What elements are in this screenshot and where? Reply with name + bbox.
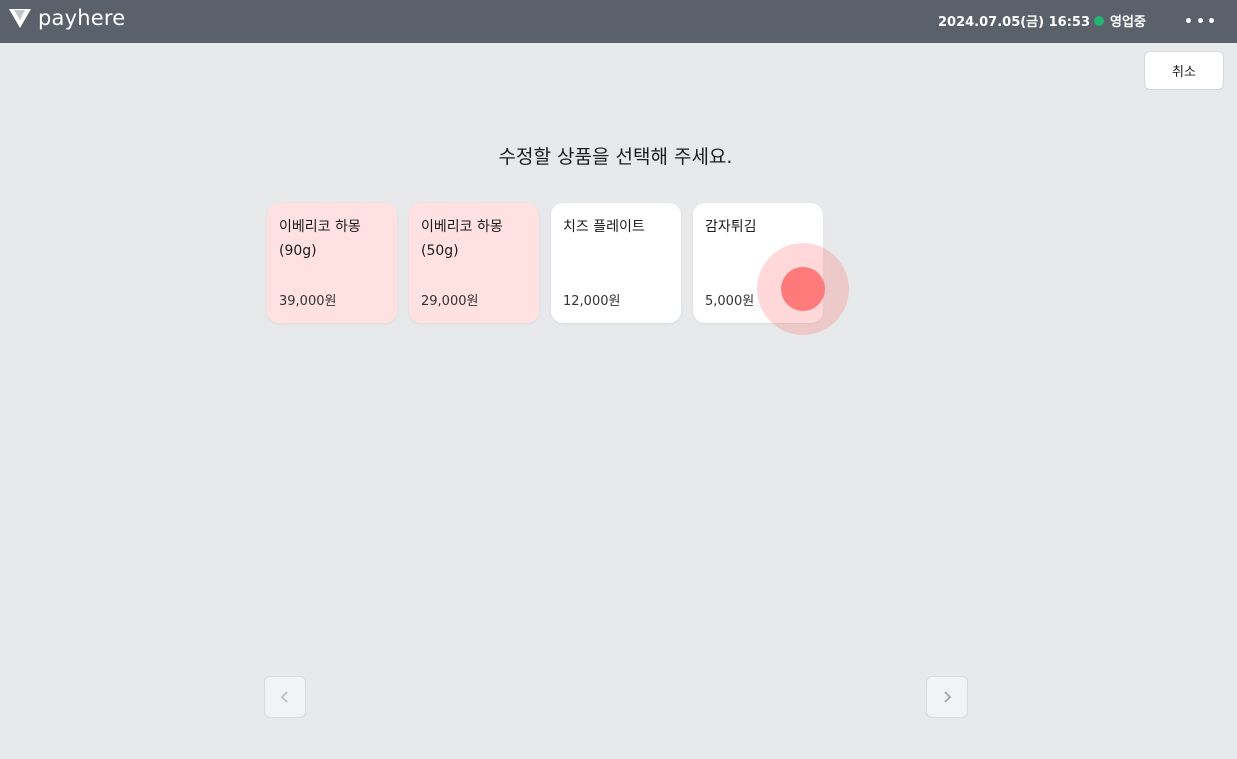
cancel-button[interactable]: 취소 [1144, 51, 1224, 90]
product-price: 29,000원 [421, 294, 479, 309]
more-dot-icon [1186, 17, 1191, 23]
product-price: 39,000원 [279, 294, 337, 309]
status-label: 영업중 [1110, 15, 1146, 30]
page-title: 수정할 상품을 선택해 주세요. [498, 146, 733, 168]
product-name: 치즈 플레이트 [563, 215, 669, 239]
chevron-left-icon [280, 691, 288, 703]
datetime-display: 2024.07.05(금) 16:53 [938, 15, 1090, 30]
product-card[interactable]: 치즈 플레이트 12,000원 [551, 203, 681, 323]
product-name-line: 이베리코 하몽 [421, 219, 503, 235]
product-name-line: 이베리코 하몽 [279, 219, 361, 235]
touch-indicator [781, 267, 825, 311]
top-bar: payhere 2024.07.05(금) 16:53 영업중 [0, 0, 1237, 43]
product-name: 이베리코 하몽 (90g) [279, 215, 385, 263]
product-price: 5,000원 [705, 294, 755, 309]
product-price: 12,000원 [563, 294, 621, 309]
logo-text: payhere [38, 6, 126, 30]
product-name-line: (50g) [421, 243, 459, 259]
previous-page-button[interactable] [264, 676, 306, 718]
status-indicator-icon [1094, 15, 1104, 26]
chevron-right-icon [944, 691, 952, 703]
product-name-line: (90g) [279, 243, 317, 259]
payhere-logo-icon [9, 9, 31, 28]
product-card[interactable]: 이베리코 하몽 (50g) 29,000원 [409, 203, 539, 323]
more-options-button[interactable] [1186, 10, 1214, 30]
product-name-line: 감자튀김 [705, 219, 757, 235]
store-status: 영업중 [1094, 11, 1146, 30]
product-name-line: 치즈 플레이트 [563, 219, 645, 235]
logo: payhere [8, 6, 125, 30]
more-dot-icon [1197, 17, 1203, 23]
next-page-button[interactable] [926, 676, 968, 718]
product-name: 감자튀김 [705, 215, 811, 239]
more-dot-icon [1209, 17, 1214, 23]
product-card[interactable]: 이베리코 하몽 (90g) 39,000원 [267, 203, 397, 323]
product-name: 이베리코 하몽 (50g) [421, 215, 527, 263]
